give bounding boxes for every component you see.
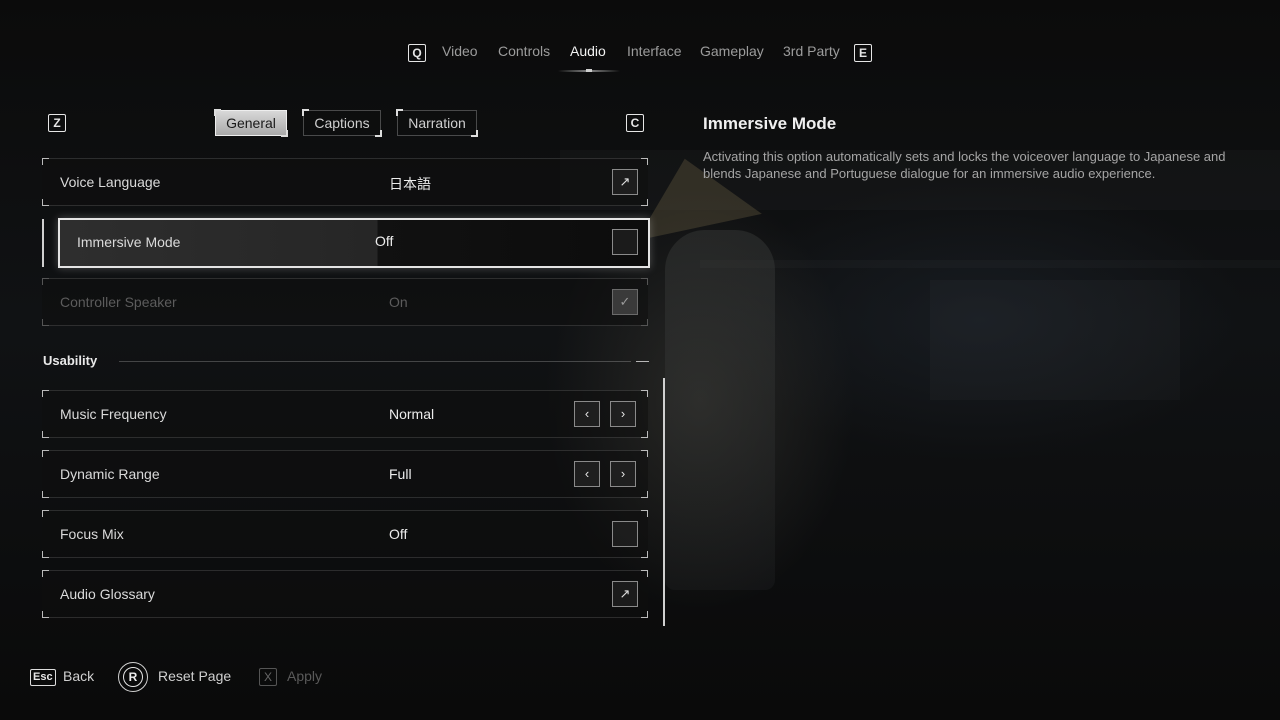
top-nav: Q Video Controls Audio Interface Gamepla… xyxy=(0,42,1280,72)
reset-page-button[interactable]: Reset Page xyxy=(158,668,231,684)
tab-video[interactable]: Video xyxy=(442,43,478,59)
external-link-icon[interactable]: ↗ xyxy=(612,581,638,607)
tab-gameplay[interactable]: Gameplay xyxy=(700,43,764,59)
external-link-icon[interactable]: ↗ xyxy=(612,169,638,195)
setting-value: Off xyxy=(389,526,408,542)
info-description: Activating this option automatically set… xyxy=(703,149,1226,181)
focus-mix-checkbox[interactable] xyxy=(612,521,638,547)
next-subtab-key[interactable]: C xyxy=(626,114,644,132)
setting-value: Normal xyxy=(389,406,435,422)
setting-controller-speaker: Controller Speaker On ✓ xyxy=(42,278,648,326)
tab-controls[interactable]: Controls xyxy=(498,43,550,59)
prev-tab-key[interactable]: Q xyxy=(408,44,426,62)
r-key-letter: R xyxy=(123,667,143,687)
section-usability[interactable]: Usability — xyxy=(43,353,649,371)
background-beam xyxy=(700,260,1280,268)
active-tab-indicator xyxy=(558,69,620,72)
tab-audio[interactable]: Audio xyxy=(570,43,606,59)
background-figure xyxy=(665,230,775,590)
setting-value: 日本語 xyxy=(389,176,431,192)
info-title: Immersive Mode xyxy=(703,114,837,133)
setting-label: Focus Mix xyxy=(60,526,124,542)
back-button[interactable]: Back xyxy=(63,668,94,684)
tab-interface[interactable]: Interface xyxy=(627,43,681,59)
chevron-left-icon[interactable]: ‹ xyxy=(574,461,600,487)
setting-label: Immersive Mode xyxy=(77,234,181,250)
setting-label: Controller Speaker xyxy=(60,294,177,310)
scrollbar[interactable] xyxy=(663,378,665,626)
apply-button: Apply xyxy=(287,668,323,684)
section-divider xyxy=(119,361,631,362)
setting-value: Off xyxy=(375,233,394,249)
setting-immersive-mode[interactable]: Immersive Mode Off xyxy=(58,218,650,268)
setting-value: Full xyxy=(389,466,412,482)
checkmark-icon: ✓ xyxy=(612,289,638,315)
r-key-icon[interactable]: R xyxy=(118,662,148,692)
setting-dynamic-range[interactable]: Dynamic Range Full ‹ › xyxy=(42,450,648,498)
section-title: Usability xyxy=(43,353,98,368)
setting-label: Dynamic Range xyxy=(60,466,160,482)
setting-label: Music Frequency xyxy=(60,406,167,422)
setting-music-frequency[interactable]: Music Frequency Normal ‹ › xyxy=(42,390,648,438)
esc-key-icon[interactable]: Esc xyxy=(30,669,56,686)
setting-audio-glossary[interactable]: Audio Glossary ↗ xyxy=(42,570,648,618)
chevron-right-icon[interactable]: › xyxy=(610,461,636,487)
setting-label: Voice Language xyxy=(60,174,161,190)
x-key-icon: X xyxy=(259,668,277,686)
next-tab-key[interactable]: E xyxy=(854,44,872,62)
selection-marker xyxy=(42,219,44,267)
setting-value: On xyxy=(389,294,408,310)
tab-3rd-party[interactable]: 3rd Party xyxy=(783,43,840,59)
setting-focus-mix[interactable]: Focus Mix Off xyxy=(42,510,648,558)
setting-label: Audio Glossary xyxy=(60,586,155,602)
subtab-narration[interactable]: Narration xyxy=(396,109,478,137)
setting-voice-language[interactable]: Voice Language 日本語 ↗ xyxy=(42,158,648,206)
prev-subtab-key[interactable]: Z xyxy=(48,114,66,132)
chevron-left-icon[interactable]: ‹ xyxy=(574,401,600,427)
collapse-icon[interactable]: — xyxy=(636,353,649,368)
subtab-captions[interactable]: Captions xyxy=(302,109,382,137)
background-window xyxy=(930,280,1180,400)
subtab-general[interactable]: General xyxy=(214,109,288,137)
immersive-mode-checkbox[interactable] xyxy=(612,229,638,255)
chevron-right-icon[interactable]: › xyxy=(610,401,636,427)
